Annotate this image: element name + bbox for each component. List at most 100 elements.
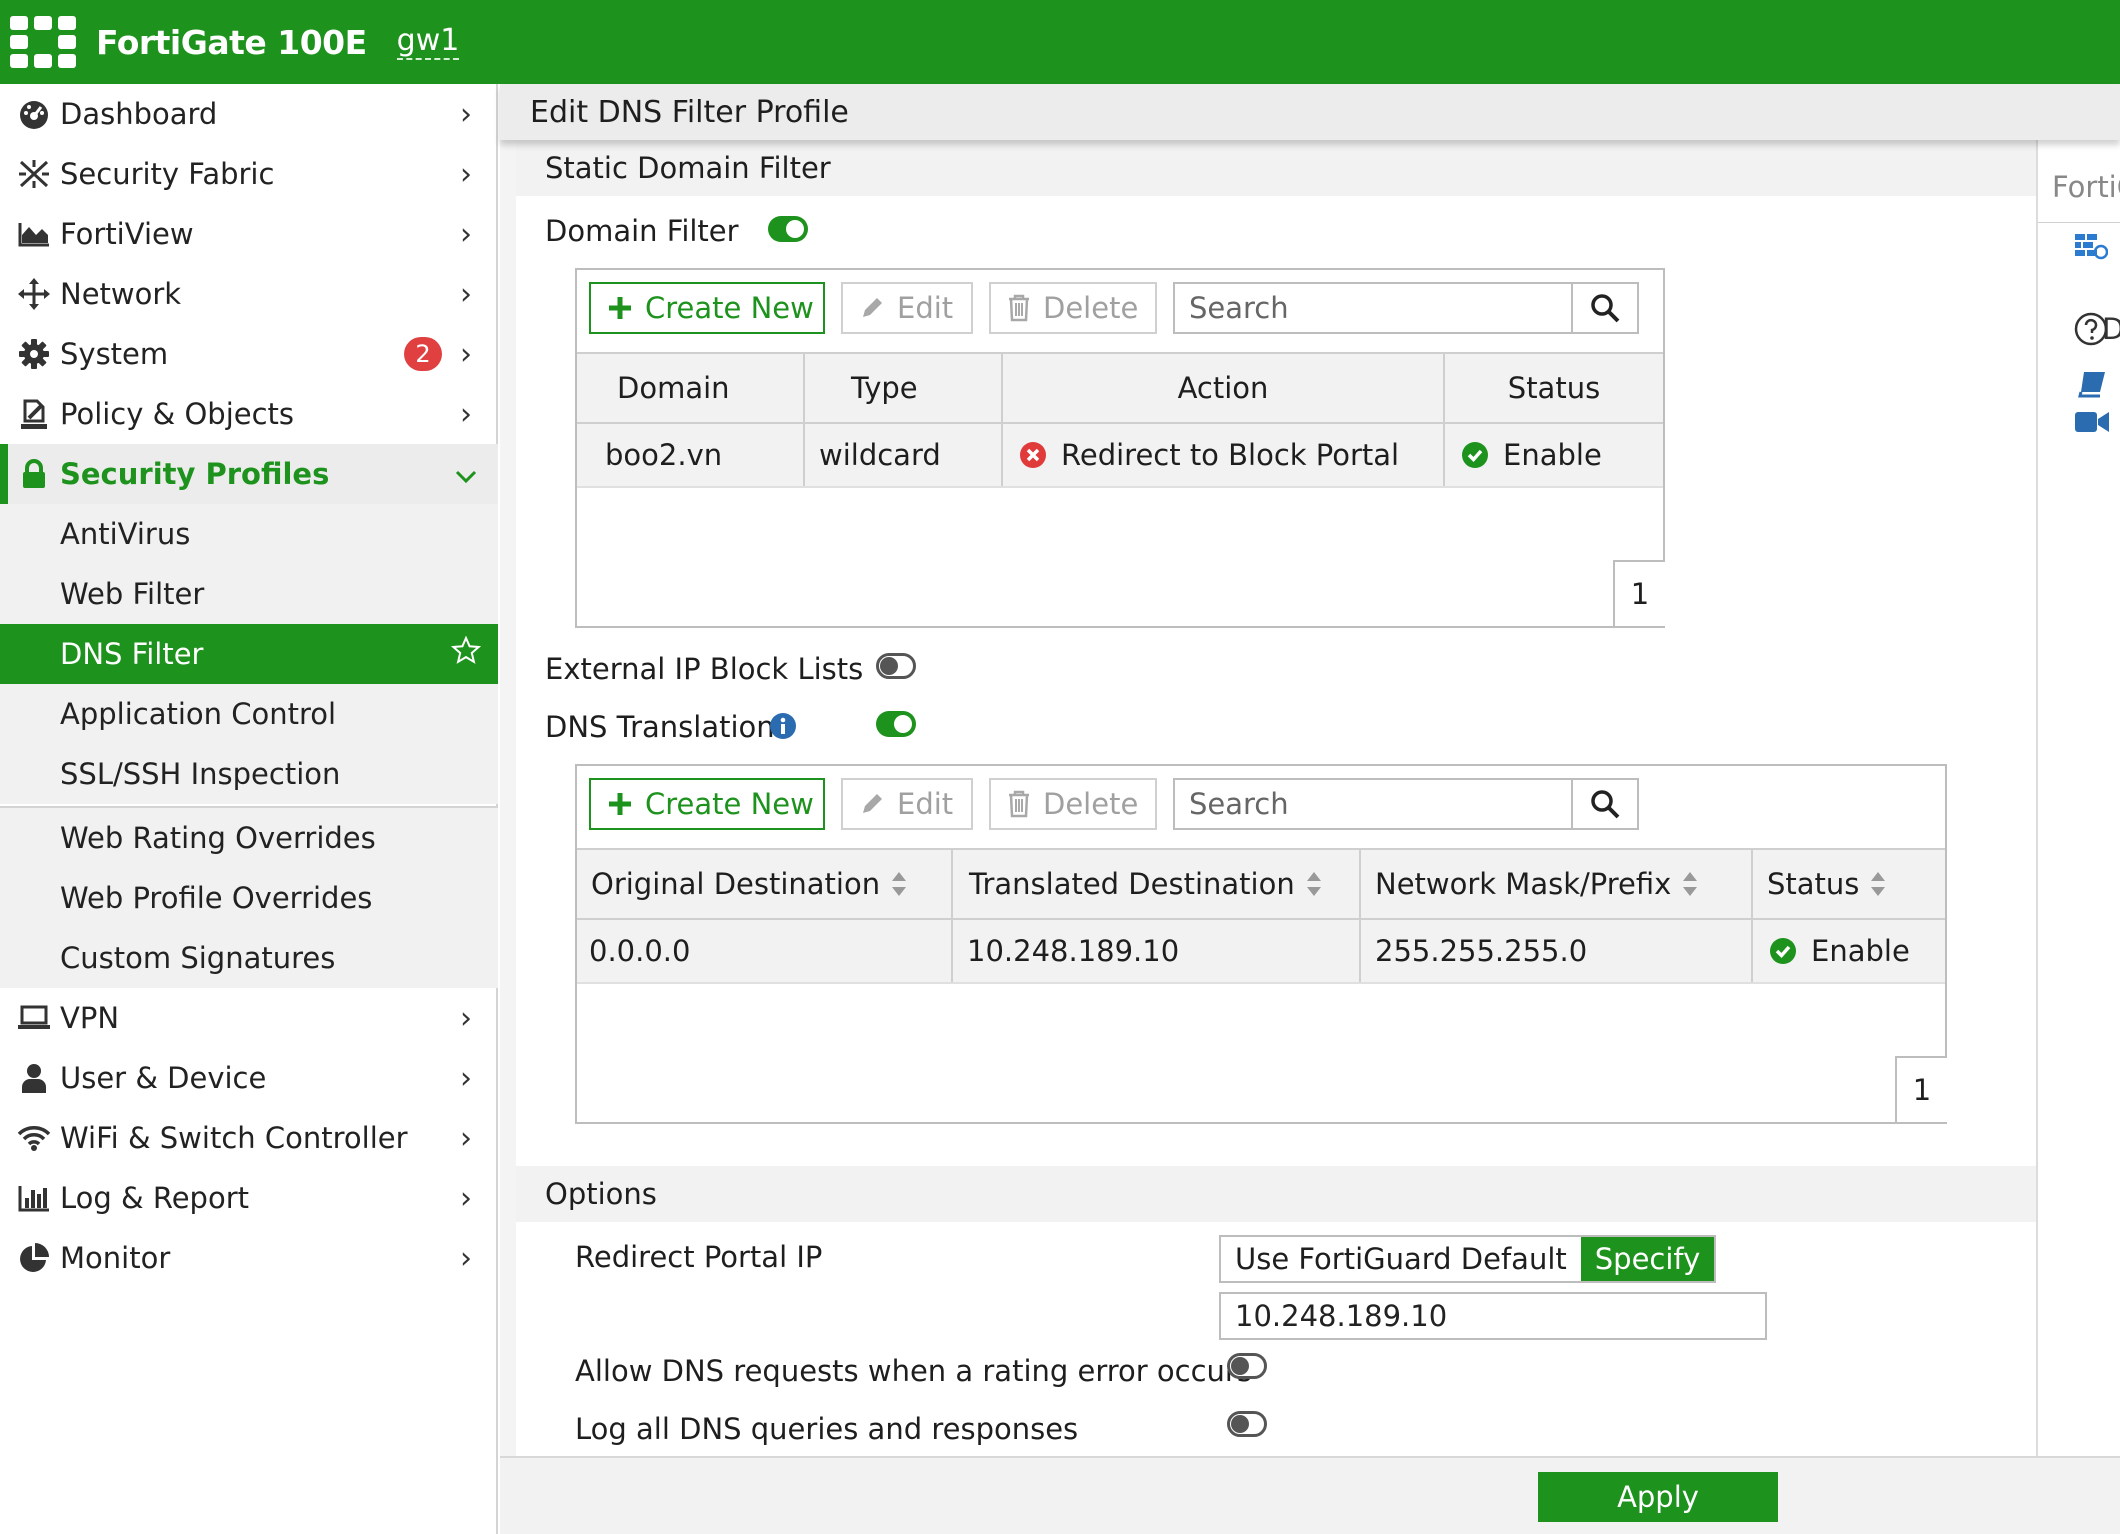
column-header-status[interactable]: Status xyxy=(1753,850,1945,918)
dns-translation-toggle[interactable] xyxy=(876,711,916,737)
dns-translation-table: Create New Edit Delete Search Original D… xyxy=(575,764,1947,1124)
section-heading-options: Options xyxy=(516,1166,2036,1222)
domain-filter-toolbar: Create New Edit Delete xyxy=(589,282,1639,334)
sidebar-subitem-web-profile-overrides[interactable]: Web Profile Overrides xyxy=(0,868,498,928)
sidebar-subitem-web-rating-overrides[interactable]: Web Rating Overrides xyxy=(0,808,498,868)
sort-icon xyxy=(1305,870,1323,898)
chevron-right-icon: › xyxy=(460,276,472,312)
sidebar-item-system[interactable]: System 2 › xyxy=(0,324,498,384)
lock-icon xyxy=(14,459,54,489)
video-icon[interactable] xyxy=(2074,410,2110,434)
pie-chart-icon xyxy=(14,1242,54,1274)
sidebar-item-fortiview[interactable]: FortiView › xyxy=(0,204,498,264)
sidebar-subitem-custom-signatures[interactable]: Custom Signatures xyxy=(0,928,498,988)
search-icon[interactable] xyxy=(1571,284,1637,332)
firewall-icon[interactable] xyxy=(2074,232,2108,262)
redirect-portal-ip-selector: Use FortiGuard Default Specify xyxy=(1219,1235,1717,1283)
table-header: Original Destination Translated Destinat… xyxy=(577,848,1945,920)
create-new-button[interactable]: Create New xyxy=(589,778,825,830)
sidebar-item-security-fabric[interactable]: Security Fabric › xyxy=(0,144,498,204)
chevron-right-icon: › xyxy=(460,396,472,432)
edit-button[interactable]: Edit xyxy=(841,778,973,830)
specify-option[interactable]: Specify xyxy=(1580,1237,1715,1281)
column-header-action[interactable]: Action xyxy=(1003,354,1445,422)
sidebar-subitem-application-control[interactable]: Application Control xyxy=(0,684,498,744)
domain-filter-toggle[interactable] xyxy=(768,216,808,242)
fortiview-icon xyxy=(14,221,54,247)
sidebar: Dashboard › Security Fabric › FortiView … xyxy=(0,84,498,1534)
chevron-right-icon: › xyxy=(460,1240,472,1276)
policy-icon xyxy=(14,398,54,430)
log-all-dns-toggle[interactable] xyxy=(1227,1411,1267,1437)
apply-button[interactable]: Apply xyxy=(1538,1472,1778,1522)
sidebar-item-log-report[interactable]: Log & Report › xyxy=(0,1168,498,1228)
sidebar-item-policy-objects[interactable]: Policy & Objects › xyxy=(0,384,498,444)
page-title: Edit DNS Filter Profile xyxy=(500,84,2120,140)
column-header-domain[interactable]: Domain xyxy=(577,354,805,422)
search-input[interactable] xyxy=(1175,284,1571,332)
chevron-right-icon: › xyxy=(460,1000,472,1036)
external-ip-block-lists-label: External IP Block Lists xyxy=(545,652,864,686)
page-number[interactable]: 1 xyxy=(1613,560,1665,626)
divider xyxy=(2038,222,2120,223)
edit-button[interactable]: Edit xyxy=(841,282,973,334)
chevron-right-icon: › xyxy=(460,156,472,192)
use-fortiguard-default-option[interactable]: Use FortiGuard Default xyxy=(1221,1237,1581,1281)
column-header-status[interactable]: Status xyxy=(1445,354,1663,422)
log-all-dns-label: Log all DNS queries and responses xyxy=(575,1412,1079,1446)
bar-chart-icon xyxy=(14,1184,54,1212)
sidebar-subitem-web-filter[interactable]: Web Filter xyxy=(0,564,498,624)
sidebar-item-vpn[interactable]: VPN › xyxy=(0,988,498,1048)
domain-filter-search xyxy=(1173,282,1639,334)
sidebar-subitem-dns-filter[interactable]: DNS Filter xyxy=(0,624,498,684)
book-icon[interactable] xyxy=(2078,370,2108,398)
sort-icon xyxy=(890,870,908,898)
notification-badge: 2 xyxy=(404,337,442,371)
redirect-portal-ip-input[interactable] xyxy=(1219,1292,1767,1340)
info-icon[interactable] xyxy=(769,712,797,740)
hostname-link[interactable]: gw1 xyxy=(396,24,460,60)
chevron-down-icon xyxy=(446,457,486,492)
check-circle-icon xyxy=(1461,441,1489,469)
column-header-original-destination[interactable]: Original Destination xyxy=(577,850,953,918)
column-header-type[interactable]: Type xyxy=(805,354,1003,422)
chevron-right-icon: › xyxy=(460,96,472,132)
sidebar-item-user-device[interactable]: User & Device › xyxy=(0,1048,498,1108)
pencil-icon xyxy=(859,295,885,321)
page-number[interactable]: 1 xyxy=(1895,1056,1947,1122)
sidebar-item-dashboard[interactable]: Dashboard › xyxy=(0,84,498,144)
sidebar-item-security-profiles[interactable]: Security Profiles xyxy=(0,444,498,504)
edit-form: Static Domain Filter Domain Filter Creat… xyxy=(516,140,2036,1456)
search-icon[interactable] xyxy=(1571,780,1637,828)
user-icon xyxy=(14,1063,54,1093)
star-icon[interactable] xyxy=(446,635,486,672)
block-icon xyxy=(1019,441,1047,469)
column-header-network-mask[interactable]: Network Mask/Prefix xyxy=(1361,850,1753,918)
sidebar-subitem-antivirus[interactable]: AntiVirus xyxy=(0,504,498,564)
create-new-button[interactable]: Create New xyxy=(589,282,825,334)
chevron-right-icon: › xyxy=(460,1180,472,1216)
sidebar-subitem-ssl-ssh-inspection[interactable]: SSL/SSH Inspection xyxy=(0,744,498,804)
help-side-panel: FortiG D xyxy=(2036,140,2120,1456)
table-row[interactable]: 0.0.0.0 10.248.189.10 255.255.255.0 Enab… xyxy=(577,920,1945,984)
domain-filter-label: Domain Filter xyxy=(545,214,739,248)
sidebar-item-monitor[interactable]: Monitor › xyxy=(0,1228,498,1288)
sidebar-item-wifi-switch[interactable]: WiFi & Switch Controller › xyxy=(0,1108,498,1168)
type-cell: wildcard xyxy=(805,424,1003,486)
sidebar-item-network[interactable]: Network › xyxy=(0,264,498,324)
device-model: FortiGate 100E xyxy=(96,22,367,62)
delete-button[interactable]: Delete xyxy=(989,778,1157,830)
status-cell: Enable xyxy=(1445,424,1663,486)
security-fabric-icon xyxy=(14,159,54,189)
delete-button[interactable]: Delete xyxy=(989,282,1157,334)
chevron-right-icon: › xyxy=(460,1060,472,1096)
laptop-icon xyxy=(14,1005,54,1031)
domain-cell: boo2.vn xyxy=(577,424,805,486)
chevron-right-icon: › xyxy=(460,216,472,252)
search-input[interactable] xyxy=(1175,780,1571,828)
table-row[interactable]: boo2.vn wildcard Redirect to Block Porta… xyxy=(577,424,1663,488)
column-header-translated-destination[interactable]: Translated Destination xyxy=(953,850,1361,918)
allow-dns-requests-toggle[interactable] xyxy=(1227,1353,1267,1379)
external-ip-block-lists-toggle[interactable] xyxy=(876,653,916,679)
trash-icon xyxy=(1007,790,1031,818)
